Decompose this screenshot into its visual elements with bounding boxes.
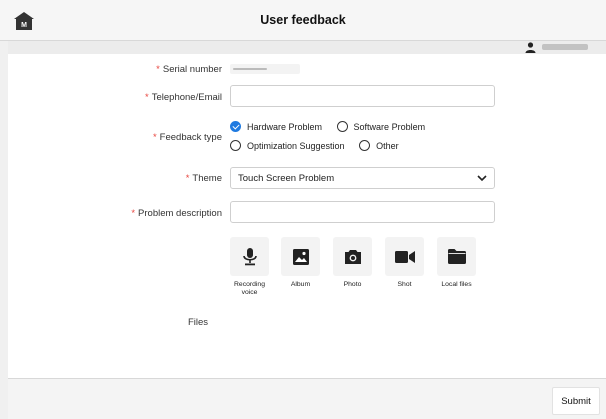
attach-label: Album [290, 281, 311, 288]
radio-unchecked-icon [230, 140, 241, 151]
theme-select[interactable]: Touch Screen Problem [230, 167, 495, 189]
serial-number-label: * Serial number [156, 64, 222, 75]
submit-button[interactable]: Submit [552, 387, 600, 415]
radio-unchecked-icon [336, 121, 348, 132]
user-bar [8, 41, 606, 54]
top-bar: M User feedback [0, 0, 606, 41]
radio-hardware-problem[interactable]: Hardware Problem [230, 121, 322, 132]
feedback-form: * Serial number * Telephone/Email * Feedbac… [8, 54, 606, 378]
attach-label: Local files [441, 281, 472, 288]
attach-local-files-button[interactable]: Local files [437, 237, 476, 289]
serial-number-value-redacted [230, 64, 300, 74]
folder-icon [447, 249, 466, 264]
files-label: Files [188, 317, 209, 328]
video-camera-icon [394, 250, 415, 263]
attach-recording-voice-button[interactable]: Recording voice [230, 237, 269, 297]
theme-label: * Theme [185, 173, 222, 184]
attach-label: Recording voice [234, 281, 265, 296]
chevron-down-icon [477, 175, 487, 182]
attach-label: Shot [397, 281, 412, 288]
microphone-icon [242, 247, 257, 265]
contact-input[interactable] [230, 85, 495, 107]
attach-photo-button[interactable]: Photo [333, 237, 372, 289]
theme-selected-value: Touch Screen Problem [238, 173, 335, 184]
contact-label: * Telephone/Email [145, 92, 222, 103]
feedback-type-row-2: Optimization Suggestion Other [230, 140, 411, 153]
page-title: User feedback [260, 13, 346, 27]
bottom-bar: Submit [8, 378, 606, 419]
feedback-type-row-1: Hardware Problem Software Problem [230, 121, 437, 134]
user-name-redacted [542, 44, 588, 50]
radio-unchecked-icon [359, 140, 371, 151]
radio-checked-icon [230, 121, 241, 132]
radio-optimization-suggestion[interactable]: Optimization Suggestion [230, 140, 345, 151]
user-icon [525, 42, 536, 53]
radio-software-problem[interactable]: Software Problem [336, 121, 425, 132]
feedback-type-label: * Feedback type [152, 132, 222, 143]
camera-icon [344, 249, 361, 264]
image-icon [292, 248, 309, 265]
attach-label: Photo [343, 281, 362, 288]
problem-description-label: * Problem description [131, 208, 222, 219]
radio-other[interactable]: Other [359, 140, 399, 151]
problem-description-input[interactable] [230, 201, 495, 223]
attach-shot-button[interactable]: Shot [385, 237, 424, 289]
attach-album-button[interactable]: Album [281, 237, 320, 289]
